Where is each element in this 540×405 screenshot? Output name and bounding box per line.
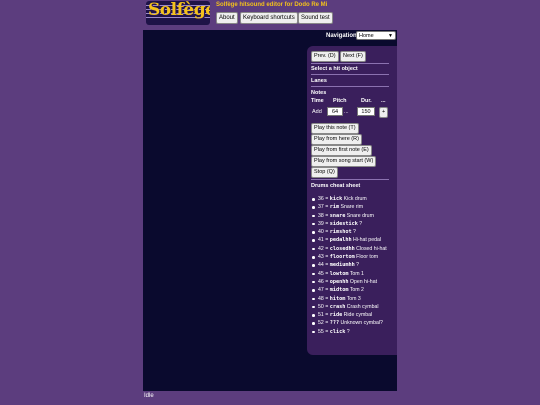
divider — [311, 63, 389, 64]
add-note-plus-button[interactable]: + — [379, 107, 389, 118]
stop-button[interactable]: Stop (Q) — [311, 167, 338, 178]
next-button[interactable]: Next (F) — [340, 51, 366, 62]
keyboard-shortcuts-button[interactable]: Keyboard shortcuts — [240, 12, 298, 24]
divider — [311, 74, 389, 75]
drum-item: 55 = click ? — [311, 328, 395, 336]
drum-item: 52 = ??? Unknown cymbal? — [311, 319, 395, 327]
drum-item: 43 = floortom Floor tom — [311, 253, 395, 261]
app-title: Solfège hitsound editor for Dodo Re Mi — [216, 2, 328, 8]
drum-item: 37 = rim Snare rim — [311, 203, 395, 211]
drum-item: 48 = hitom Tom 3 — [311, 295, 395, 303]
pitch-input[interactable]: 64 — [327, 107, 343, 116]
navigation-label: Navigation — [326, 33, 357, 39]
drum-item: 39 = sidestick ? — [311, 220, 395, 228]
logo-text: Solfège — [148, 1, 210, 20]
drum-item: 50 = crash Crash cymbal — [311, 303, 395, 311]
navigation-select[interactable]: Home ▼ — [356, 31, 396, 40]
drum-item: 47 = midtom Tom 2 — [311, 286, 395, 294]
prev-button[interactable]: Prev. (D) — [311, 51, 339, 62]
col-pitch: Pitch — [333, 98, 347, 104]
play-from-here-button[interactable]: Play from here (R) — [311, 134, 362, 145]
about-button[interactable]: About — [216, 12, 238, 24]
drum-item: 44 = mediumhh ? — [311, 261, 395, 269]
col-more: ... — [381, 98, 386, 104]
divider — [311, 86, 389, 87]
chevron-down-icon: ▼ — [388, 33, 393, 39]
col-dur: Dur. — [361, 98, 372, 104]
play-from-song-start-button[interactable]: Play from song start (W) — [311, 156, 377, 167]
drums-cheat-sheet-heading: Drums cheat sheet — [311, 183, 361, 189]
drum-item: 42 = closedhh Closed hi-hat — [311, 245, 395, 253]
drum-item: 38 = snare Snare drum — [311, 212, 395, 220]
play-this-note-button[interactable]: Play this note (T) — [311, 123, 359, 134]
add-label: Add — [312, 109, 322, 115]
app-logo: Solfège — [146, 1, 210, 25]
sound-test-button[interactable]: Sound test — [298, 12, 333, 24]
lanes-heading: Lanes — [311, 78, 327, 84]
divider — [311, 179, 389, 180]
drum-item: 46 = openhh Open hi-hat — [311, 278, 395, 286]
select-hit-object-heading: Select a hit object — [311, 66, 358, 72]
drum-item: 45 = lowtom Tom 1 — [311, 270, 395, 278]
notes-heading: Notes — [311, 90, 327, 96]
side-panel: Prev. (D) Next (F) Select a hit object L… — [307, 46, 397, 355]
status-text: Idle — [144, 393, 154, 399]
navigation-selected-value: Home — [359, 33, 374, 39]
col-time: Time — [311, 98, 324, 104]
play-from-first-note-button[interactable]: Play from first note (E) — [311, 145, 372, 156]
dots-label: ... — [344, 109, 349, 115]
drum-item: 40 = rimshot ? — [311, 228, 395, 236]
drums-cheat-sheet-list: 36 = kick Kick drum 37 = rim Snare rim 3… — [311, 195, 395, 336]
duration-input[interactable]: 150 — [357, 107, 375, 116]
drum-item: 36 = kick Kick drum — [311, 195, 395, 203]
drum-item: 51 = ride Ride cymbal — [311, 311, 395, 319]
drum-item: 41 = pedalhh Hi-hat pedal — [311, 236, 395, 244]
